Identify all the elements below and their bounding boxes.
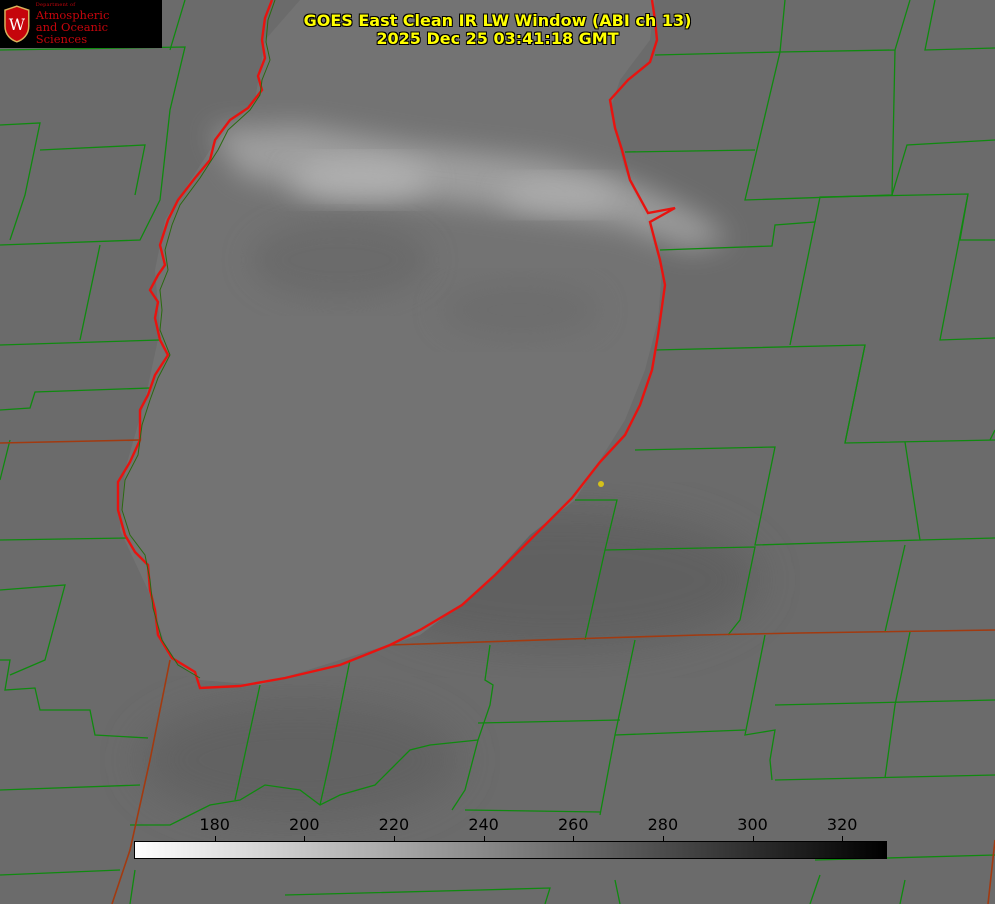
colorbar-tick-label: 320	[826, 815, 858, 834]
colorbar-tick-mark	[304, 836, 306, 842]
colorbar-tick-mark	[842, 836, 844, 842]
colorbar-tick-mark	[752, 836, 754, 842]
title-line1: GOES East Clean IR LW Window (ABI ch 13)	[303, 11, 692, 30]
cloud-patch	[290, 158, 430, 202]
colorbar-tick-label: 220	[378, 815, 410, 834]
dark-patch	[250, 220, 430, 300]
colorbar: 180 200 220 240 260 280 300 320	[134, 815, 887, 860]
colorbar-tick-label: 240	[468, 815, 499, 834]
satellite-map	[0, 0, 995, 904]
colorbar-tick-label: 280	[647, 815, 679, 834]
colorbar-tick-label: 200	[289, 815, 320, 834]
colorbar-tick-mark	[573, 836, 575, 842]
colorbar-tick-label: 300	[737, 815, 768, 834]
colorbar-tick-label: 180	[199, 815, 230, 834]
dark-patch	[440, 280, 600, 340]
colorbar-tick-mark	[483, 836, 485, 842]
cloud-patch	[500, 177, 620, 213]
colorbar-gradient	[134, 841, 887, 859]
land-darker-patch	[140, 700, 460, 820]
colorbar-tick-mark	[662, 836, 664, 842]
colorbar-tick-mark	[214, 836, 216, 842]
image-title: GOES East Clean IR LW Window (ABI ch 13)…	[0, 12, 995, 48]
colorbar-labels: 180 200 220 240 260 280 300 320	[134, 815, 887, 841]
colorbar-tick-label: 260	[557, 815, 589, 834]
location-marker	[598, 481, 604, 487]
title-line2: 2025 Dec 25 03:41:18 GMT	[376, 29, 619, 48]
colorbar-tick-mark	[393, 836, 395, 842]
